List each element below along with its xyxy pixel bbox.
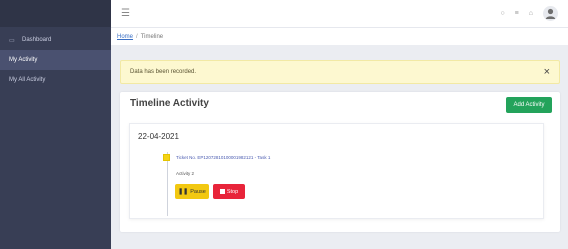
pause-icon: ❚❚ <box>178 189 189 195</box>
success-alert: Data has been recorded. × <box>120 60 560 84</box>
close-icon[interactable]: × <box>544 66 550 78</box>
breadcrumb: Home / Timeline <box>111 27 568 45</box>
pause-button[interactable]: ❚❚ Pause <box>175 184 209 199</box>
avatar[interactable] <box>543 6 558 21</box>
add-activity-button[interactable]: Add Activity <box>506 97 552 113</box>
breadcrumb-separator: / <box>136 33 138 40</box>
search-icon[interactable]: ○ <box>500 10 504 17</box>
sidebar-item-my-activity[interactable]: My Activity <box>0 50 111 70</box>
page-title: Timeline Activity <box>130 98 209 109</box>
sidebar-brand <box>0 0 111 27</box>
home-icon[interactable]: ⌂ <box>529 10 533 17</box>
breadcrumb-current: Timeline <box>140 33 164 40</box>
topbar: ☰ ○ ≡ ⌂ <box>111 0 568 27</box>
dashboard-icon: ▭ <box>9 37 15 44</box>
list-icon[interactable]: ≡ <box>515 10 519 17</box>
stop-icon <box>219 189 225 194</box>
timeline-entry-card: 22-04-2021 Ticket No. EP1207281010000198… <box>129 123 544 219</box>
sidebar: ▭ Dashboard My Activity My All Activity <box>0 0 111 249</box>
ticket-link[interactable]: Ticket No. EP12072810100001982121 - Task… <box>176 155 270 160</box>
user-avatar-icon <box>545 8 556 19</box>
sidebar-item-label: Dashboard <box>22 37 52 43</box>
alert-message: Data has been recorded. <box>130 69 197 75</box>
timeline-line <box>167 152 168 216</box>
breadcrumb-home-link[interactable]: Home <box>117 34 133 40</box>
activity-name: Activity 2 <box>176 171 195 176</box>
sidebar-item-label: My Activity <box>9 57 38 63</box>
stop-label: Stop <box>226 188 239 195</box>
timeline-marker-icon <box>163 154 170 161</box>
sidebar-item-dashboard[interactable]: ▭ Dashboard <box>0 30 111 50</box>
timeline-date: 22-04-2021 <box>138 132 179 141</box>
topbar-actions: ○ ≡ ⌂ <box>500 6 558 21</box>
menu-toggle-icon[interactable]: ☰ <box>121 8 130 19</box>
stop-button[interactable]: Stop <box>213 184 245 199</box>
sidebar-item-my-all-activity[interactable]: My All Activity <box>0 70 111 90</box>
pause-label: Pause <box>190 188 206 195</box>
timeline-card: Timeline Activity Add Activity 22-04-202… <box>120 92 560 232</box>
sidebar-item-label: My All Activity <box>9 77 46 83</box>
